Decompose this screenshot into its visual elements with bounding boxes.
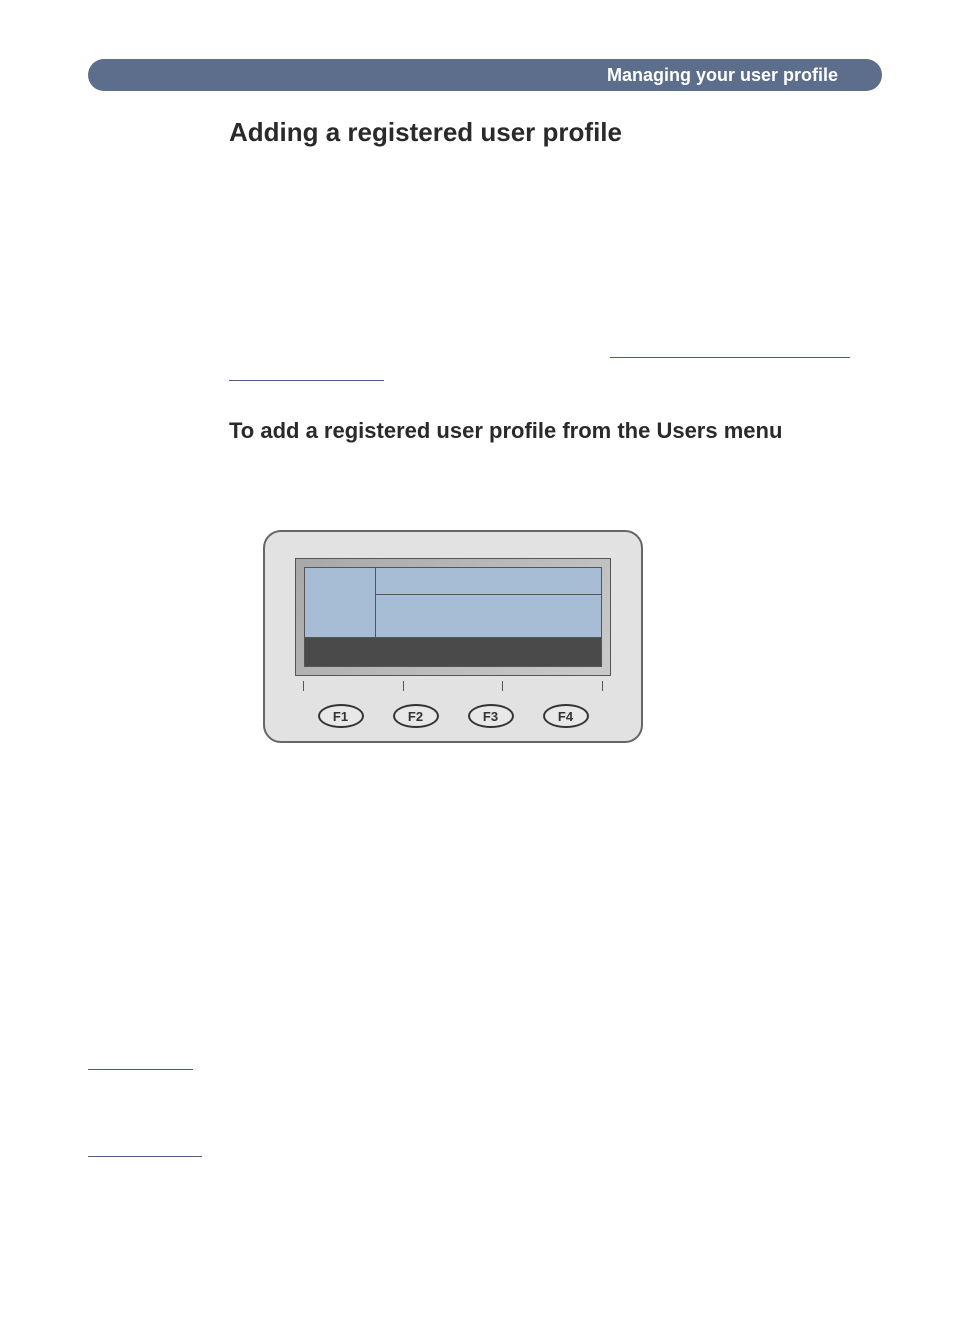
tick-marks: [303, 681, 603, 691]
device-diagram: F1 F2 F3 F4: [263, 530, 643, 743]
tick: [403, 681, 404, 691]
screen-right-top-row: [376, 568, 601, 595]
page-header-bar: Managing your user profile: [88, 59, 882, 91]
screen-upper: [305, 568, 601, 637]
device-screen: [304, 567, 602, 667]
tick: [602, 681, 603, 691]
screen-right-pane: [376, 568, 601, 637]
screen-left-pane: [305, 568, 376, 637]
function-key-row: F1 F2 F3 F4: [303, 704, 603, 728]
tick: [502, 681, 503, 691]
f1-key[interactable]: F1: [318, 704, 364, 728]
device-screen-bezel: [295, 558, 611, 676]
tick: [303, 681, 304, 691]
section-heading: To add a registered user profile from th…: [229, 418, 782, 444]
page-title: Adding a registered user profile: [229, 117, 622, 148]
link-underline: [88, 1156, 202, 1157]
link-underline: [610, 357, 850, 358]
link-underline: [229, 380, 384, 381]
screen-bottom-bar: [305, 637, 601, 666]
f3-key[interactable]: F3: [468, 704, 514, 728]
f2-key[interactable]: F2: [393, 704, 439, 728]
f4-key[interactable]: F4: [543, 704, 589, 728]
breadcrumb: Managing your user profile: [607, 65, 838, 86]
link-underline: [88, 1069, 193, 1070]
